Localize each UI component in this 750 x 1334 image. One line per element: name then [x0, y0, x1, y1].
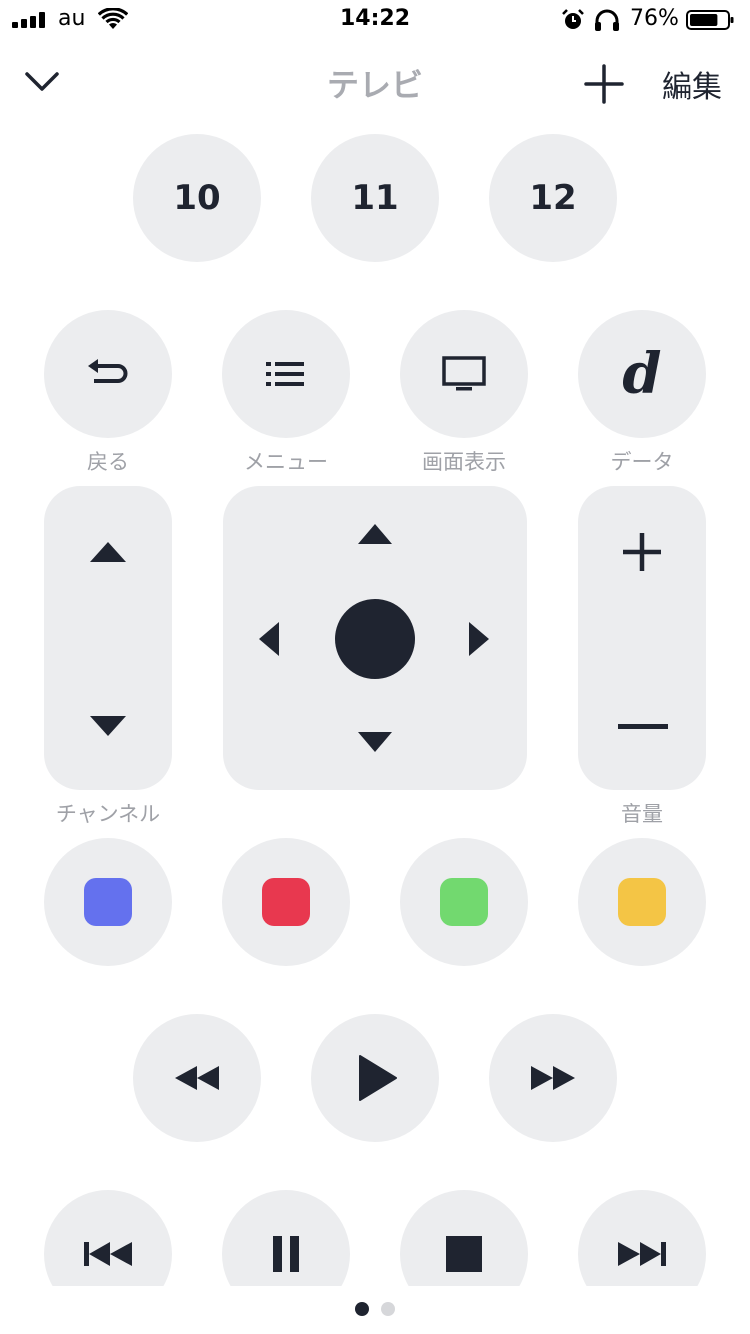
red-swatch	[262, 878, 310, 926]
dpad-left-button[interactable]	[257, 620, 281, 658]
channel-11-button[interactable]: 11	[311, 134, 439, 262]
channel-10-button[interactable]: 10	[133, 134, 261, 262]
channel-rocker	[44, 486, 172, 790]
channel-12-button[interactable]: 12	[489, 134, 617, 262]
volume-up-button[interactable]	[622, 532, 662, 572]
menu-label: メニュー	[244, 450, 328, 474]
dpad-right-button[interactable]	[467, 620, 491, 658]
alarm-icon	[562, 9, 584, 29]
plus-icon[interactable]	[584, 64, 624, 104]
list-icon	[266, 362, 304, 386]
pause-icon	[273, 1236, 299, 1272]
volume-label: 音量	[621, 802, 663, 826]
headphones-icon	[595, 9, 619, 31]
screen-display-label: 画面表示	[422, 450, 506, 474]
stop-icon	[446, 1236, 482, 1272]
yellow-button[interactable]	[578, 838, 706, 966]
stop-button[interactable]	[400, 1190, 528, 1286]
rewind-button[interactable]	[133, 1014, 261, 1142]
data-label: データ	[610, 450, 674, 474]
page-title: テレビ	[326, 66, 423, 104]
play-button[interactable]	[311, 1014, 439, 1142]
rewind-icon	[175, 1066, 219, 1090]
play-icon	[359, 1055, 397, 1101]
page-dot-1[interactable]	[355, 1302, 369, 1316]
channel-number: 10	[173, 178, 221, 218]
battery-icon	[686, 10, 734, 30]
channel-number: 11	[351, 178, 399, 218]
green-button[interactable]	[400, 838, 528, 966]
page-dot-2[interactable]	[381, 1302, 395, 1316]
fast-forward-button[interactable]	[489, 1014, 617, 1142]
dpad	[223, 486, 527, 790]
blue-swatch	[84, 878, 132, 926]
edit-button[interactable]: 編集	[662, 62, 722, 106]
channel-label: チャンネル	[55, 802, 161, 826]
back-arrow-icon	[88, 359, 128, 383]
data-d-glyph: d	[622, 341, 662, 407]
battery-percent: 76%	[630, 6, 679, 31]
skip-back-icon	[84, 1242, 132, 1266]
dpad-ok-button[interactable]	[335, 599, 415, 679]
volume-rocker	[578, 486, 706, 790]
channel-number: 12	[529, 178, 577, 218]
channel-up-button[interactable]	[88, 540, 128, 564]
dpad-up-button[interactable]	[356, 522, 394, 546]
pause-button[interactable]	[222, 1190, 350, 1286]
screen-display-button[interactable]	[400, 310, 528, 438]
channel-down-button[interactable]	[88, 714, 128, 738]
skip-forward-button[interactable]	[578, 1190, 706, 1286]
transport-row	[0, 1188, 750, 1286]
menu-button[interactable]	[222, 310, 350, 438]
dpad-down-button[interactable]	[356, 730, 394, 754]
data-button[interactable]: d	[578, 310, 706, 438]
tv-icon	[442, 356, 486, 391]
back-label: 戻る	[87, 450, 129, 474]
blue-button[interactable]	[44, 838, 172, 966]
skip-back-button[interactable]	[44, 1190, 172, 1286]
yellow-swatch	[618, 878, 666, 926]
volume-down-button[interactable]	[618, 722, 668, 732]
green-swatch	[440, 878, 488, 926]
red-button[interactable]	[222, 838, 350, 966]
status-bar: au 14:22 76%	[0, 0, 750, 40]
back-button[interactable]	[44, 310, 172, 438]
skip-forward-icon	[618, 1242, 666, 1266]
fast-forward-icon	[531, 1066, 575, 1090]
